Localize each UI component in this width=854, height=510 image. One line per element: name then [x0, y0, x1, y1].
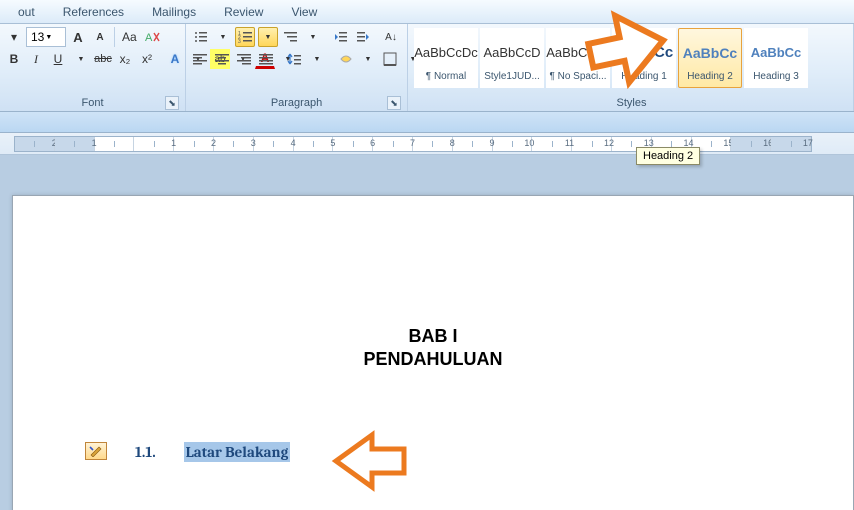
svg-text:A: A: [145, 32, 153, 44]
page[interactable]: BAB I PENDAHULUAN 1.1. Latar Belakang: [12, 195, 854, 510]
shrink-font-button[interactable]: A: [90, 27, 110, 47]
separator: [114, 27, 115, 47]
clear-formatting-button[interactable]: A: [142, 27, 164, 47]
style-label: ¶ Normal: [415, 71, 477, 82]
ribbon: ▾ 13▼ A A Aa A B I U ▼ abc x₂ x² A ▼: [0, 24, 854, 112]
underline-button[interactable]: U: [48, 49, 68, 69]
font-size-value: 13: [31, 30, 44, 44]
align-left-button[interactable]: [190, 49, 210, 69]
borders-button[interactable]: [380, 49, 400, 69]
style-preview: AaBbCcDc: [414, 35, 478, 71]
line-spacing-button[interactable]: [284, 49, 304, 69]
numbering-button[interactable]: 123: [235, 27, 255, 47]
justify-button[interactable]: [256, 49, 276, 69]
multilevel-dropdown[interactable]: ▼: [303, 27, 323, 47]
underline-dropdown[interactable]: ▼: [71, 49, 91, 69]
autocorrect-options-icon[interactable]: [85, 442, 107, 460]
increase-indent-button[interactable]: [353, 27, 373, 47]
tab-view[interactable]: View: [277, 2, 331, 22]
style-card--normal[interactable]: AaBbCcDc¶ Normal: [414, 28, 478, 88]
group-label-paragraph: Paragraph ⬊: [190, 95, 403, 111]
paragraph-group-text: Paragraph: [271, 97, 322, 109]
page-content: BAB I PENDAHULUAN 1.1. Latar Belakang: [13, 196, 853, 462]
bullets-button[interactable]: [190, 27, 210, 47]
decrease-indent-button[interactable]: [331, 27, 351, 47]
style-card-heading-3[interactable]: AaBbCcHeading 3: [744, 28, 808, 88]
heading-number: 1.1.: [135, 443, 156, 461]
group-font: ▾ 13▼ A A Aa A B I U ▼ abc x₂ x² A ▼: [0, 24, 186, 111]
style-preview: AaBbCc: [751, 35, 802, 71]
italic-button[interactable]: I: [26, 49, 46, 69]
style-label: Heading 3: [745, 71, 807, 82]
grow-font-button[interactable]: A: [68, 27, 88, 47]
sort-button[interactable]: A↓: [381, 27, 401, 47]
font-group-text: Font: [81, 97, 103, 109]
subscript-button[interactable]: x₂: [115, 49, 135, 69]
change-case-button[interactable]: Aa: [119, 27, 140, 47]
ribbon-lower-strip: [0, 112, 854, 133]
ribbon-tabs: out References Mailings Review View: [0, 0, 854, 24]
align-right-button[interactable]: [234, 49, 254, 69]
line-spacing-dropdown[interactable]: ▼: [307, 49, 327, 69]
bullets-dropdown[interactable]: ▼: [213, 27, 233, 47]
style-preview: AaBbCcD: [483, 35, 540, 71]
text-effects-button[interactable]: A: [165, 49, 185, 69]
style-label: Heading 2: [679, 71, 741, 82]
strikethrough-button[interactable]: abc: [93, 49, 113, 69]
annotation-arrow-styles: [572, 0, 682, 111]
ruler-wrap: 211234567891011121314151617: [0, 133, 854, 155]
style-preview: AaBbCc: [683, 35, 737, 71]
style-card-heading-2[interactable]: AaBbCcHeading 2: [678, 28, 742, 88]
font-family-dropdown-edge[interactable]: ▾: [4, 27, 24, 47]
svg-text:3: 3: [238, 39, 241, 44]
document-area: BAB I PENDAHULUAN 1.1. Latar Belakang: [0, 155, 854, 510]
shading-dropdown[interactable]: ▼: [358, 49, 378, 69]
align-center-button[interactable]: [212, 49, 232, 69]
tab-references[interactable]: References: [49, 2, 138, 22]
font-dialog-launcher[interactable]: ⬊: [165, 96, 179, 110]
group-label-font: Font ⬊: [4, 95, 181, 111]
tab-review[interactable]: Review: [210, 2, 277, 22]
numbering-dropdown[interactable]: ▼: [258, 27, 278, 47]
paragraph-dialog-launcher[interactable]: ⬊: [387, 96, 401, 110]
heading-text-selected[interactable]: Latar Belakang: [184, 442, 291, 462]
multilevel-list-button[interactable]: [280, 27, 300, 47]
shading-button[interactable]: [335, 49, 355, 69]
doc-title-1[interactable]: BAB I: [93, 326, 773, 347]
doc-title-2[interactable]: PENDAHULUAN: [93, 349, 773, 370]
group-paragraph: ▼ 123 ▼ ▼ A↓ ¶: [186, 24, 408, 111]
heading-line[interactable]: 1.1. Latar Belakang: [93, 442, 773, 462]
tab-layout[interactable]: out: [4, 2, 49, 22]
annotation-arrow-heading: [326, 427, 416, 502]
tab-mailings[interactable]: Mailings: [138, 2, 210, 22]
tooltip-heading2: Heading 2: [636, 147, 700, 165]
bold-button[interactable]: B: [4, 49, 24, 69]
superscript-button[interactable]: x²: [137, 49, 157, 69]
style-label: Style1JUD...: [481, 71, 543, 82]
style-card-style1jud-[interactable]: AaBbCcDStyle1JUD...: [480, 28, 544, 88]
font-size-box[interactable]: 13▼: [26, 27, 66, 47]
